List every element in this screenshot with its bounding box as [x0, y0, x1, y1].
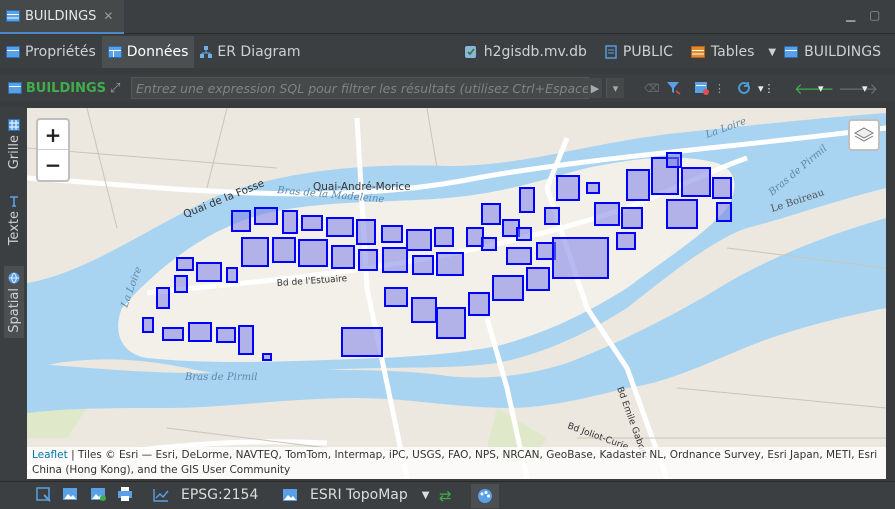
app-window: BUILDINGS ✕ ▁ ▢ Propriétés Données ER Di…: [0, 0, 895, 509]
zoom-control: + −: [36, 118, 70, 182]
data-icon: [107, 46, 122, 58]
erase-filter-icon[interactable]: ⌫: [644, 78, 660, 98]
globe-icon: [8, 272, 20, 284]
map-attribution: Leaflet | Tiles © Esri — Esri, DeLorme, …: [27, 447, 886, 479]
tab-proprietes[interactable]: Propriétés: [0, 36, 102, 68]
table-icon: [6, 10, 20, 22]
zoom-in-button[interactable]: +: [38, 120, 68, 150]
expand-icon[interactable]: ⤢: [110, 78, 120, 98]
editor-subtab-bar: Propriétés Données ER Diagram h2gisdb.mv…: [0, 36, 895, 68]
swap-icon[interactable]: ⇄: [439, 487, 452, 505]
chart-line-icon: [153, 489, 169, 502]
breadcrumb: h2gisdb.mv.db PUBLIC Tables ▼ BUILDINGS: [464, 36, 881, 68]
side-tab-grille[interactable]: Grille: [4, 116, 24, 172]
filter-table-label[interactable]: BUILDINGS: [0, 81, 106, 96]
basemap: Bras de la Madeleine La Loire La Loire B…: [27, 108, 886, 479]
text-icon: [10, 196, 18, 207]
forward-arrow-icon[interactable]: 🡒: [838, 78, 878, 98]
leaflet-link[interactable]: Leaflet: [32, 449, 68, 461]
back-dropdown-icon[interactable]: ▾: [818, 78, 824, 98]
back-arrow-icon[interactable]: 🡐: [794, 78, 834, 98]
tab-label: Propriétés: [25, 44, 96, 60]
presentation-side-tabs: Grille Texte Spatial: [0, 106, 27, 480]
basemap-selector[interactable]: ESRI TopoMap ▼: [282, 487, 429, 503]
filter-input[interactable]: Entrez une expression SQL pour filtrer l…: [131, 77, 589, 99]
crs-selector[interactable]: EPSG:2154: [153, 487, 258, 503]
breadcrumb-table[interactable]: BUILDINGS: [784, 44, 881, 60]
play-icon[interactable]: ▶: [588, 78, 602, 98]
palette-icon[interactable]: [471, 484, 499, 508]
image-icon: [283, 489, 297, 501]
breadcrumb-database[interactable]: h2gisdb.mv.db: [464, 44, 587, 60]
tables-folder-icon: [690, 46, 705, 58]
er-diagram-icon: [200, 45, 213, 58]
attribution-text: | Tiles © Esri — Esri, DeLorme, NAVTEQ, …: [32, 449, 878, 476]
image-icon[interactable]: [62, 487, 78, 501]
tab-donnees[interactable]: Données: [101, 36, 195, 68]
refresh-icon[interactable]: [736, 78, 752, 98]
properties-icon: [6, 46, 20, 58]
maximize-icon[interactable]: ▢: [869, 8, 880, 22]
dropdown-icon[interactable]: ▾: [606, 78, 624, 98]
filter-icon[interactable]: [666, 78, 682, 98]
map-bottom-toolbar: EPSG:2154 ESRI TopoMap ▼ ⇄: [0, 481, 895, 509]
table-icon: [784, 46, 799, 58]
breadcrumb-schema[interactable]: PUBLIC: [605, 44, 673, 60]
more-icon[interactable]: ⋮: [714, 78, 725, 98]
basemap-label: ESRI TopoMap: [310, 487, 408, 503]
layers-icon: [854, 127, 874, 142]
chevron-down-icon: ▼: [421, 489, 430, 501]
editor-tab-strip: BUILDINGS ✕ ▁ ▢: [0, 0, 895, 34]
close-icon[interactable]: ✕: [103, 9, 113, 23]
crs-label: EPSG:2154: [181, 487, 259, 503]
editor-tab-title: BUILDINGS: [25, 8, 97, 24]
print-icon[interactable]: [117, 487, 133, 501]
minimize-icon[interactable]: ▁: [846, 8, 855, 22]
tab-er-diagram[interactable]: ER Diagram: [194, 36, 306, 68]
editor-tab-buildings[interactable]: BUILDINGS ✕: [0, 0, 124, 34]
select-feature-icon[interactable]: [36, 487, 52, 503]
zoom-out-button[interactable]: −: [38, 150, 68, 180]
schema-icon: [605, 45, 617, 59]
refresh-dropdown-icon[interactable]: ▾⋮: [758, 78, 775, 98]
label-quai-andre-morice: Quai-André-Morice: [313, 181, 411, 193]
database-icon: [464, 46, 476, 58]
chevron-down-icon[interactable]: ▼: [768, 47, 776, 58]
grid-icon: [8, 118, 20, 131]
side-tab-spatial[interactable]: Spatial: [4, 266, 24, 338]
filter-settings-icon[interactable]: [694, 78, 710, 98]
table-icon: [8, 82, 22, 94]
side-tab-texte[interactable]: Texte: [4, 190, 24, 250]
map-view[interactable]: Bras de la Madeleine La Loire La Loire B…: [27, 108, 886, 479]
export-image-icon[interactable]: [90, 487, 106, 501]
filter-toolbar: BUILDINGS ⤢ Entrez une expression SQL po…: [0, 74, 895, 102]
breadcrumb-type[interactable]: Tables ▼: [690, 44, 776, 60]
label-bras-de-pirmil-bottom: Bras de Pirmil: [184, 372, 258, 383]
forward-dropdown-icon[interactable]: ▾: [862, 78, 868, 98]
tab-label: Données: [126, 44, 189, 60]
layers-button[interactable]: [848, 119, 880, 151]
tab-label: ER Diagram: [217, 44, 301, 60]
